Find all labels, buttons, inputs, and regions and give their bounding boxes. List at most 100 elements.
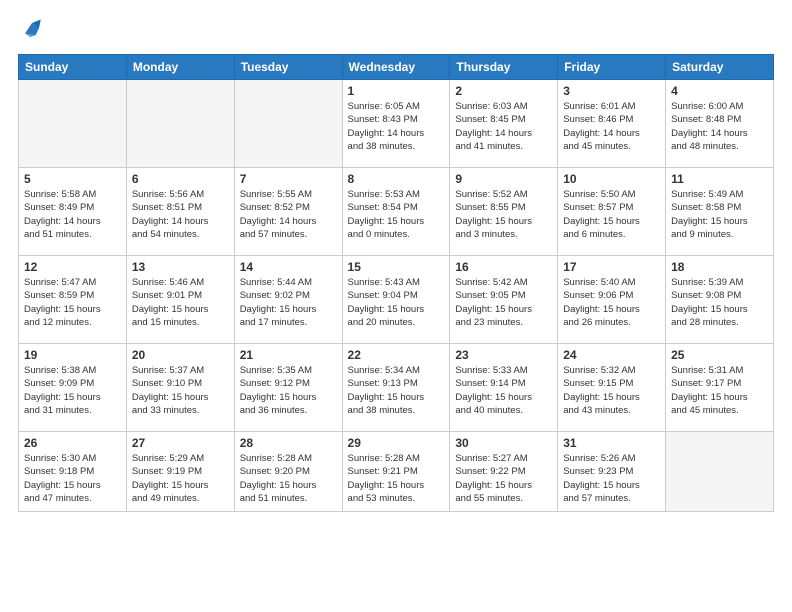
day-header-friday: Friday (558, 55, 666, 80)
cal-cell: 5 Sunrise: 5:58 AM Sunset: 8:49 PM Daylig… (19, 168, 127, 256)
day-header-wednesday: Wednesday (342, 55, 450, 80)
cal-cell (19, 80, 127, 168)
cell-date: 3 (563, 84, 660, 98)
cell-date: 22 (348, 348, 445, 362)
cell-info: Sunrise: 5:32 AM Sunset: 9:15 PM Dayligh… (563, 364, 660, 417)
cal-cell: 27 Sunrise: 5:29 AM Sunset: 9:19 PM Dayli… (126, 432, 234, 512)
cell-info: Sunrise: 5:52 AM Sunset: 8:55 PM Dayligh… (455, 188, 552, 241)
week-row-4: 19Sunrise: 5:38 AM Sunset: 9:09 PM Dayli… (19, 344, 774, 432)
days-header-row: SundayMondayTuesdayWednesdayThursdayFrid… (19, 55, 774, 80)
logo-bird-icon (18, 16, 46, 44)
cal-cell: 17 Sunrise: 5:40 AM Sunset: 9:06 PM Dayli… (558, 256, 666, 344)
cell-info: Sunrise: 6:00 AM Sunset: 8:48 PM Dayligh… (671, 100, 768, 153)
cell-info: Sunrise: 5:56 AM Sunset: 8:51 PM Dayligh… (132, 188, 229, 241)
cell-date: 2 (455, 84, 552, 98)
cal-cell: 25 Sunrise: 5:31 AM Sunset: 9:17 PM Dayli… (666, 344, 774, 432)
cell-info: Sunrise: 5:28 AM Sunset: 9:20 PM Dayligh… (240, 452, 337, 505)
cell-info: Sunrise: 5:28 AM Sunset: 9:21 PM Dayligh… (348, 452, 445, 505)
cell-date: 5 (24, 172, 121, 186)
cell-info: Sunrise: 6:03 AM Sunset: 8:45 PM Dayligh… (455, 100, 552, 153)
cell-date: 18 (671, 260, 768, 274)
cal-cell: 3 Sunrise: 6:01 AM Sunset: 8:46 PM Daylig… (558, 80, 666, 168)
cell-info: Sunrise: 5:43 AM Sunset: 9:04 PM Dayligh… (348, 276, 445, 329)
cal-cell: 11 Sunrise: 5:49 AM Sunset: 8:58 PM Dayli… (666, 168, 774, 256)
cell-date: 1 (348, 84, 445, 98)
cell-info: Sunrise: 5:33 AM Sunset: 9:14 PM Dayligh… (455, 364, 552, 417)
cell-date: 12 (24, 260, 121, 274)
cal-cell: 1Sunrise: 6:05 AM Sunset: 8:43 PM Daylig… (342, 80, 450, 168)
cell-date: 27 (132, 436, 229, 450)
cal-cell: 14Sunrise: 5:44 AM Sunset: 9:02 PM Dayli… (234, 256, 342, 344)
cal-cell: 13Sunrise: 5:46 AM Sunset: 9:01 PM Dayli… (126, 256, 234, 344)
cal-cell: 8 Sunrise: 5:53 AM Sunset: 8:54 PM Daylig… (342, 168, 450, 256)
cell-date: 31 (563, 436, 660, 450)
cell-date: 30 (455, 436, 552, 450)
cal-cell (126, 80, 234, 168)
cell-date: 24 (563, 348, 660, 362)
cal-cell (234, 80, 342, 168)
calendar-table: SundayMondayTuesdayWednesdayThursdayFrid… (18, 54, 774, 512)
cell-info: Sunrise: 5:40 AM Sunset: 9:06 PM Dayligh… (563, 276, 660, 329)
cell-info: Sunrise: 5:30 AM Sunset: 9:18 PM Dayligh… (24, 452, 121, 505)
cell-info: Sunrise: 5:39 AM Sunset: 9:08 PM Dayligh… (671, 276, 768, 329)
cell-date: 6 (132, 172, 229, 186)
cell-date: 10 (563, 172, 660, 186)
cell-info: Sunrise: 5:55 AM Sunset: 8:52 PM Dayligh… (240, 188, 337, 241)
cal-cell: 6 Sunrise: 5:56 AM Sunset: 8:51 PM Daylig… (126, 168, 234, 256)
day-header-saturday: Saturday (666, 55, 774, 80)
day-header-monday: Monday (126, 55, 234, 80)
cell-info: Sunrise: 5:26 AM Sunset: 9:23 PM Dayligh… (563, 452, 660, 505)
cell-info: Sunrise: 5:34 AM Sunset: 9:13 PM Dayligh… (348, 364, 445, 417)
cell-date: 23 (455, 348, 552, 362)
cal-cell: 29 Sunrise: 5:28 AM Sunset: 9:21 PM Dayli… (342, 432, 450, 512)
cell-info: Sunrise: 5:35 AM Sunset: 9:12 PM Dayligh… (240, 364, 337, 417)
cal-cell: 4 Sunrise: 6:00 AM Sunset: 8:48 PM Daylig… (666, 80, 774, 168)
cell-info: Sunrise: 5:37 AM Sunset: 9:10 PM Dayligh… (132, 364, 229, 417)
week-row-3: 12 Sunrise: 5:47 AM Sunset: 8:59 PM Dayli… (19, 256, 774, 344)
cal-cell: 22 Sunrise: 5:34 AM Sunset: 9:13 PM Dayli… (342, 344, 450, 432)
week-row-5: 26Sunrise: 5:30 AM Sunset: 9:18 PM Dayli… (19, 432, 774, 512)
logo (18, 16, 50, 44)
cell-date: 17 (563, 260, 660, 274)
cal-cell: 12 Sunrise: 5:47 AM Sunset: 8:59 PM Dayli… (19, 256, 127, 344)
day-header-thursday: Thursday (450, 55, 558, 80)
cal-cell: 2 Sunrise: 6:03 AM Sunset: 8:45 PM Daylig… (450, 80, 558, 168)
cell-date: 8 (348, 172, 445, 186)
cell-date: 28 (240, 436, 337, 450)
cal-cell: 28 Sunrise: 5:28 AM Sunset: 9:20 PM Dayli… (234, 432, 342, 512)
cell-info: Sunrise: 5:29 AM Sunset: 9:19 PM Dayligh… (132, 452, 229, 505)
cal-cell (666, 432, 774, 512)
day-header-sunday: Sunday (19, 55, 127, 80)
cal-cell: 19Sunrise: 5:38 AM Sunset: 9:09 PM Dayli… (19, 344, 127, 432)
cell-date: 14 (240, 260, 337, 274)
cal-cell: 24 Sunrise: 5:32 AM Sunset: 9:15 PM Dayli… (558, 344, 666, 432)
cal-cell: 15Sunrise: 5:43 AM Sunset: 9:04 PM Dayli… (342, 256, 450, 344)
cell-date: 29 (348, 436, 445, 450)
cell-date: 7 (240, 172, 337, 186)
cal-cell: 18 Sunrise: 5:39 AM Sunset: 9:08 PM Dayli… (666, 256, 774, 344)
cal-cell: 31 Sunrise: 5:26 AM Sunset: 9:23 PM Dayli… (558, 432, 666, 512)
week-row-1: 1Sunrise: 6:05 AM Sunset: 8:43 PM Daylig… (19, 80, 774, 168)
day-header-tuesday: Tuesday (234, 55, 342, 80)
cal-cell: 16 Sunrise: 5:42 AM Sunset: 9:05 PM Dayli… (450, 256, 558, 344)
cell-info: Sunrise: 5:53 AM Sunset: 8:54 PM Dayligh… (348, 188, 445, 241)
cell-date: 21 (240, 348, 337, 362)
cell-info: Sunrise: 5:38 AM Sunset: 9:09 PM Dayligh… (24, 364, 121, 417)
cal-cell: 23 Sunrise: 5:33 AM Sunset: 9:14 PM Dayli… (450, 344, 558, 432)
cell-date: 4 (671, 84, 768, 98)
cell-info: Sunrise: 5:47 AM Sunset: 8:59 PM Dayligh… (24, 276, 121, 329)
cal-cell: 9 Sunrise: 5:52 AM Sunset: 8:55 PM Daylig… (450, 168, 558, 256)
cell-info: Sunrise: 5:31 AM Sunset: 9:17 PM Dayligh… (671, 364, 768, 417)
cal-cell: 20Sunrise: 5:37 AM Sunset: 9:10 PM Dayli… (126, 344, 234, 432)
cell-info: Sunrise: 5:42 AM Sunset: 9:05 PM Dayligh… (455, 276, 552, 329)
cell-info: Sunrise: 5:58 AM Sunset: 8:49 PM Dayligh… (24, 188, 121, 241)
cell-info: Sunrise: 5:49 AM Sunset: 8:58 PM Dayligh… (671, 188, 768, 241)
cell-date: 16 (455, 260, 552, 274)
cal-cell: 26Sunrise: 5:30 AM Sunset: 9:18 PM Dayli… (19, 432, 127, 512)
cell-date: 25 (671, 348, 768, 362)
cell-date: 11 (671, 172, 768, 186)
cell-date: 9 (455, 172, 552, 186)
cell-date: 13 (132, 260, 229, 274)
cell-info: Sunrise: 6:01 AM Sunset: 8:46 PM Dayligh… (563, 100, 660, 153)
page: SundayMondayTuesdayWednesdayThursdayFrid… (0, 0, 792, 612)
